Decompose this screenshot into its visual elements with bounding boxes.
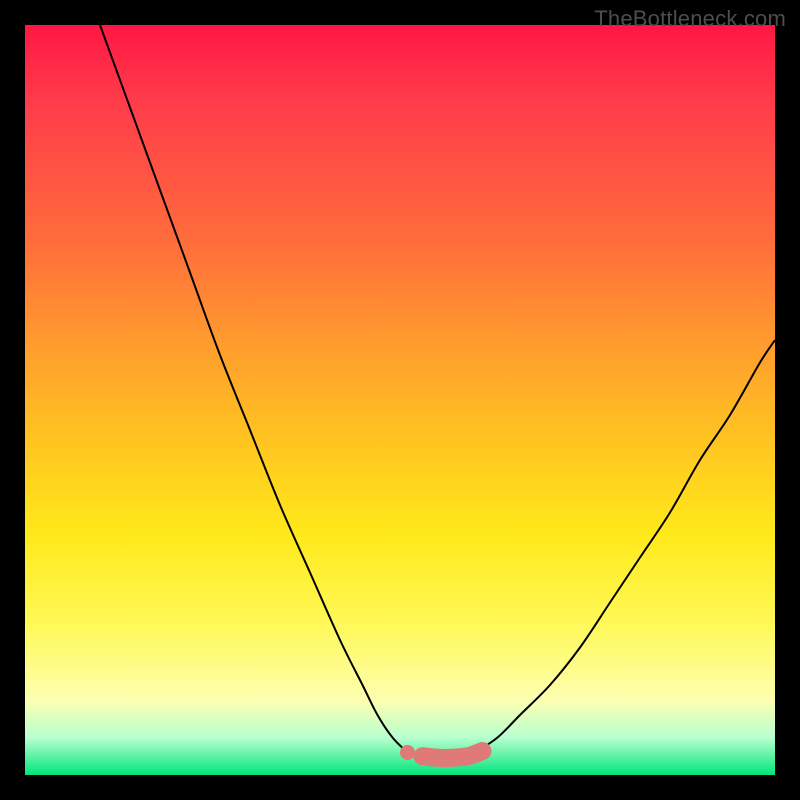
bottom-marker-dot [475, 743, 491, 759]
watermark-text: TheBottleneck.com [594, 6, 786, 32]
bottleneck-curve-plot [25, 25, 775, 775]
curve-right-branch [475, 340, 775, 753]
bottom-marker-group [401, 743, 491, 766]
bottom-marker-dot [445, 750, 461, 766]
chart-area [25, 25, 775, 775]
bottom-marker-dot [415, 748, 431, 764]
bottom-marker-dot [401, 746, 415, 760]
bottom-marker-dot [430, 750, 446, 766]
curve-left-branch [100, 25, 408, 753]
